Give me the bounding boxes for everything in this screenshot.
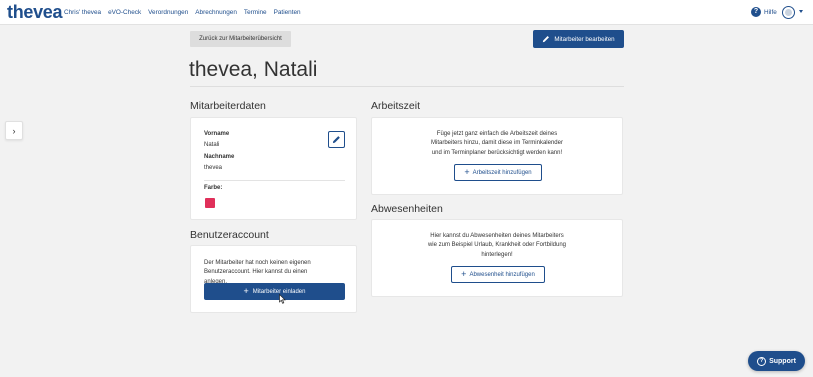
nav-item-termine[interactable]: Termine <box>244 9 267 16</box>
absences-text-line-2: wie zum Beispiel Urlaub, Krankheit oder … <box>427 242 567 249</box>
nav-item-verordnungen[interactable]: Verordnungen <box>148 9 188 16</box>
title-divider <box>190 86 624 87</box>
add-working-time-label: Arbeitszeit hinzufügen <box>472 169 532 176</box>
sidebar-expand-button[interactable]: › <box>5 121 23 140</box>
edit-employee-data-button[interactable] <box>328 131 345 148</box>
user-account-text-line-1: Der Mitarbeiter hat noch keinen eigenen <box>204 260 311 266</box>
section-heading-abwesenheiten: Abwesenheiten <box>371 203 443 215</box>
support-label: Support <box>769 357 796 365</box>
vorname-value: Natali <box>204 142 220 148</box>
plus-icon: + <box>461 269 467 279</box>
user-avatar-icon[interactable] <box>782 6 795 19</box>
vorname-label: Vorname <box>204 131 230 137</box>
working-time-text-line-1: Füge jetzt ganz einfach die Arbeitszeit … <box>436 131 558 137</box>
absences-text-line-1: Hier kannst du Abwesenheiten deines Mita… <box>430 233 564 239</box>
support-button[interactable]: ? Support <box>748 351 805 371</box>
nachname-value: thevea <box>204 165 223 171</box>
main-nav: Chris' thevea eVO-Check Verordnungen Abr… <box>64 0 301 25</box>
help-label: Hilfe <box>764 8 777 16</box>
plus-icon: + <box>464 167 470 177</box>
plus-icon: + <box>243 286 249 296</box>
nav-item-abrechnungen[interactable]: Abrechnungen <box>195 9 237 16</box>
pencil-icon <box>332 136 340 144</box>
employee-data-card: Vorname Natali Nachname thevea Farbe: <box>190 117 357 220</box>
working-time-text-line-3: und im Terminplaner berücksichtigt werde… <box>431 149 563 156</box>
section-heading-arbeitszeit: Arbeitszeit <box>371 100 421 112</box>
section-heading-mitarbeiterdaten: Mitarbeiterdaten <box>190 100 266 112</box>
absences-card: Hier kannst du Abwesenheiten deines Mita… <box>371 219 623 297</box>
edit-employee-button[interactable]: Mitarbeiter bearbeiten <box>533 30 624 48</box>
working-time-text: Füge jetzt ganz einfach die Arbeitszeit … <box>372 130 622 158</box>
add-absence-button[interactable]: + Abwesenheit hinzufügen <box>451 266 545 283</box>
nav-item-patienten[interactable]: Patienten <box>274 9 301 16</box>
farbe-label: Farbe: <box>204 185 223 191</box>
section-heading-benutzeraccount: Benutzeraccount <box>190 229 269 241</box>
working-time-card: Füge jetzt ganz einfach die Arbeitszeit … <box>371 117 623 195</box>
thevea-logo[interactable]: thevea <box>7 2 63 22</box>
help-link[interactable]: ? Hilfe <box>751 7 777 17</box>
color-swatch <box>205 198 215 208</box>
invite-employee-button[interactable]: + Mitarbeiter einladen <box>204 283 345 300</box>
pencil-icon <box>543 36 550 43</box>
nav-item-evo-check[interactable]: eVO-Check <box>108 9 141 16</box>
user-account-card: Der Mitarbeiter hat noch keinen eigenen … <box>190 245 357 313</box>
page-title: thevea, Natali <box>189 58 318 81</box>
nav-item-chris-thevea[interactable]: Chris' thevea <box>64 9 101 16</box>
nachname-label: Nachname <box>204 154 235 160</box>
field-divider <box>204 180 345 181</box>
mouse-cursor-icon <box>279 294 286 304</box>
absences-text-line-3: hinterlegen! <box>481 251 513 258</box>
working-time-text-line-2: Mitarbeiters hinzu, damit diese im Termi… <box>431 140 563 147</box>
back-to-overview-button[interactable]: Zurück zur Mitarbeiterübersicht <box>190 31 291 47</box>
absences-text: Hier kannst du Abwesenheiten deines Mita… <box>372 232 622 260</box>
question-circle-icon: ? <box>757 356 767 366</box>
top-navigation-bar: thevea Chris' thevea eVO-Check Verordnun… <box>0 0 813 25</box>
chevron-right-icon: › <box>12 125 16 136</box>
add-absence-label: Abwesenheit hinzufügen <box>469 271 535 278</box>
chevron-down-icon[interactable] <box>799 10 803 13</box>
edit-employee-label: Mitarbeiter bearbeiten <box>554 35 615 43</box>
question-circle-icon: ? <box>751 7 761 17</box>
add-working-time-button[interactable]: + Arbeitszeit hinzufügen <box>454 164 542 181</box>
